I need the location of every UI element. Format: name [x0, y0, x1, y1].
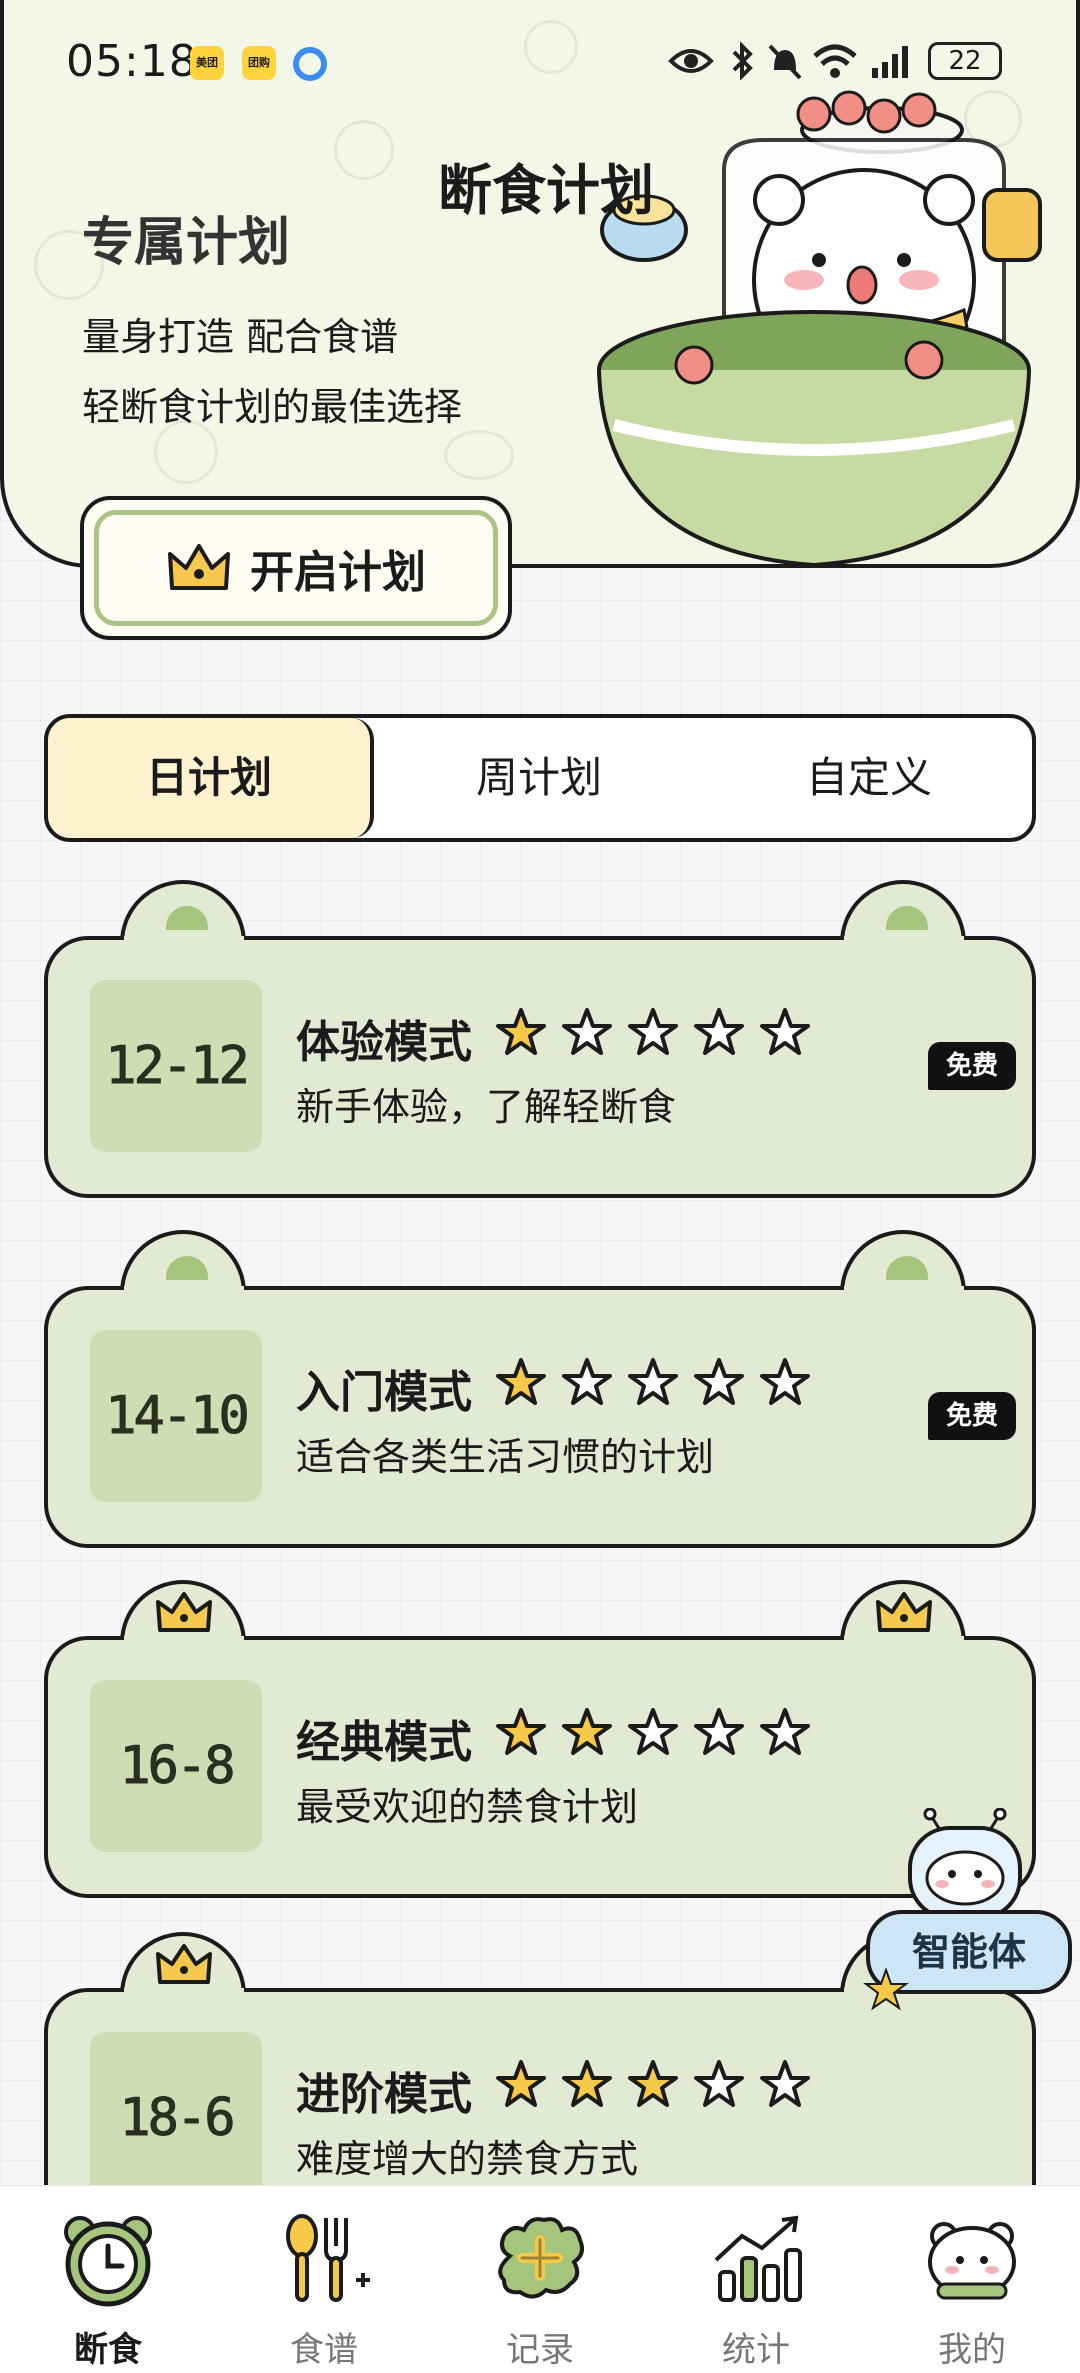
- tuangou-app-badge: 团购: [242, 46, 276, 80]
- tab-custom-plan[interactable]: 自定义: [704, 718, 1032, 838]
- nav-label-stats: 统计: [722, 2330, 790, 2370]
- nav-item-recipes[interactable]: 食谱: [216, 2186, 432, 2373]
- plan-description: 新手体验，了解轻断食: [296, 1085, 677, 1129]
- star-empty-icon: [628, 1708, 678, 1755]
- ear-dot: [886, 906, 928, 930]
- plan-type-tabs: 日计划 周计划 自定义: [44, 714, 1036, 842]
- plan-title: 进阶模式: [296, 2069, 472, 2120]
- bear-profile-icon: [928, 2222, 1016, 2300]
- bluetooth-icon: [732, 42, 753, 80]
- fasting-ratio: 14-10: [90, 1330, 262, 1502]
- smart-agent-button[interactable]: 智能体: [862, 1808, 1074, 2011]
- star-filled-icon: [496, 2060, 546, 2107]
- star-empty-icon: [694, 2060, 744, 2107]
- nav-item-stats[interactable]: 统计: [648, 2186, 864, 2373]
- page-title: 断食计划: [438, 158, 654, 222]
- nav-label-profile: 我的: [938, 2330, 1006, 2370]
- crown-icon: [168, 544, 230, 590]
- ear-joint: [844, 1286, 964, 1294]
- star-filled-icon: [628, 2060, 678, 2107]
- star-empty-icon: [628, 1008, 678, 1055]
- plan-title: 体验模式: [296, 1017, 472, 1068]
- ear-dot: [166, 906, 208, 930]
- plan-card[interactable]: 12-12 体验模式新手体验，了解轻断食 免费: [44, 880, 1036, 1198]
- nav-label-fasting: 断食: [74, 2330, 142, 2370]
- difficulty-stars: [494, 2058, 812, 2112]
- star-empty-icon: [562, 1008, 612, 1055]
- plan-card[interactable]: 14-10 入门模式适合各类生活习惯的计划 免费: [44, 1230, 1036, 1548]
- star-sparkle-icon: [863, 1968, 909, 2011]
- start-plan-button-inner: 开启计划: [94, 510, 498, 626]
- ear-joint: [124, 1988, 244, 1996]
- fasting-ratio: 12-12: [90, 980, 262, 1152]
- star-empty-icon: [694, 1008, 744, 1055]
- star-filled-icon: [496, 1358, 546, 1405]
- free-badge: 免费: [928, 1042, 1016, 1090]
- crown-icon: [876, 1592, 932, 1632]
- plan-description: 难度增大的禁食方式: [296, 2137, 639, 2181]
- star-empty-icon: [694, 1708, 744, 1755]
- bottom-navigation: 断食 食谱 记录 统计 我的: [0, 2185, 1080, 2373]
- star-empty-icon: [760, 2060, 810, 2107]
- tab-week-plan[interactable]: 周计划: [374, 718, 704, 838]
- nav-item-record[interactable]: 记录: [432, 2186, 648, 2373]
- mute-bell-icon: [768, 44, 802, 80]
- star-filled-icon: [496, 1008, 546, 1055]
- eye-icon: [668, 49, 714, 73]
- chart-icon: [714, 2215, 802, 2302]
- meituan-app-badge: 美团: [190, 46, 224, 80]
- start-plan-label: 开启计划: [250, 547, 426, 598]
- difficulty-stars: [494, 1006, 812, 1060]
- difficulty-stars: [494, 1356, 812, 1410]
- ear-joint: [124, 1286, 244, 1294]
- nav-item-profile[interactable]: 我的: [864, 2186, 1080, 2373]
- status-time: 05:18: [66, 36, 198, 87]
- clock-icon: [64, 2216, 152, 2307]
- browser-app-icon: [293, 47, 327, 81]
- star-filled-icon: [562, 1708, 612, 1755]
- start-plan-button[interactable]: 开启计划: [80, 496, 512, 640]
- plan-title: 入门模式: [296, 1367, 472, 1418]
- plan-title: 经典模式: [296, 1717, 472, 1768]
- ear-joint: [124, 936, 244, 944]
- header-subtitle: 专属计划: [82, 212, 291, 273]
- wifi-icon: [813, 44, 857, 78]
- crown-icon: [156, 1944, 212, 1984]
- star-empty-icon: [760, 1358, 810, 1405]
- battery-indicator: 22: [928, 42, 1002, 80]
- nav-item-fasting[interactable]: 断食: [0, 2186, 216, 2373]
- signal-icon: [872, 46, 908, 78]
- tab-day-plan[interactable]: 日计划: [48, 718, 374, 838]
- free-badge: 免费: [928, 1392, 1016, 1440]
- difficulty-stars: [494, 1706, 812, 1760]
- utensils-icon: [286, 2214, 370, 2302]
- status-bar: 05:18 美团 团购 22: [0, 0, 1080, 120]
- star-filled-icon: [496, 1708, 546, 1755]
- ear-dot: [886, 1256, 928, 1280]
- ear-dot: [166, 1256, 208, 1280]
- fasting-ratio: 18-6: [90, 2032, 262, 2204]
- star-empty-icon: [760, 1708, 810, 1755]
- header-description-line-2: 轻断食计划的最佳选择: [82, 385, 463, 429]
- star-empty-icon: [760, 1008, 810, 1055]
- fasting-ratio: 16-8: [90, 1680, 262, 1852]
- ear-joint: [124, 1636, 244, 1644]
- ear-joint: [844, 936, 964, 944]
- ear-joint: [844, 1636, 964, 1644]
- nav-label-record: 记录: [506, 2330, 574, 2370]
- star-empty-icon: [694, 1358, 744, 1405]
- star-empty-icon: [628, 1358, 678, 1405]
- star-empty-icon: [562, 1358, 612, 1405]
- star-filled-icon: [562, 2060, 612, 2107]
- crown-icon: [156, 1592, 212, 1632]
- add-record-icon: [498, 2217, 584, 2299]
- nav-label-recipes: 食谱: [290, 2330, 358, 2370]
- plan-description: 最受欢迎的禁食计划: [296, 1785, 639, 1829]
- header-description-line-1: 量身打造 配合食谱: [82, 315, 399, 359]
- plan-description: 适合各类生活习惯的计划: [296, 1435, 715, 1479]
